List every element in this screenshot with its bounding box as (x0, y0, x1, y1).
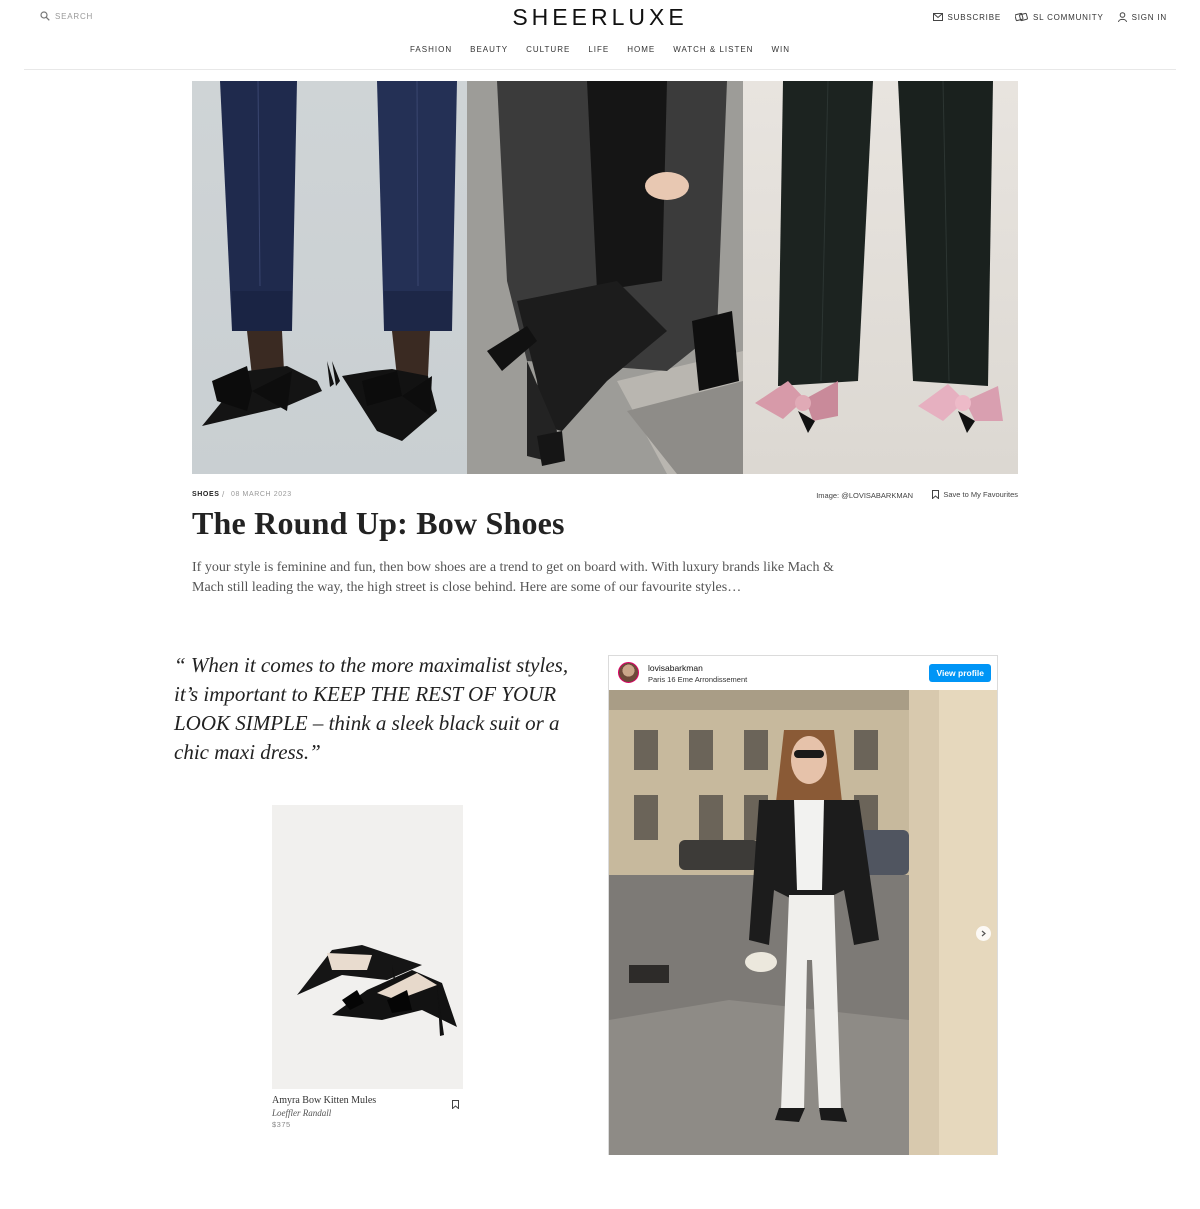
pull-quote: “ When it comes to the more maximalist s… (174, 653, 569, 764)
site-header: SEARCH SHEERLUXE SUBSCRIBE SL COMMUNITY … (0, 0, 1200, 81)
nav-item-home[interactable]: HOME (618, 44, 664, 56)
product-name[interactable]: Amyra Bow Kitten Mules (272, 1095, 463, 1106)
meta-separator: / (222, 490, 225, 499)
save-to-favourites-button[interactable]: Save to My Favourites (932, 490, 1018, 499)
bookmark-icon (932, 490, 940, 499)
bookmark-icon (452, 1100, 459, 1110)
hero-panel-pink-bow-heels (743, 81, 1018, 474)
nav-item-watch-listen[interactable]: WATCH & LISTEN (664, 44, 762, 56)
instagram-embed: lovisabarkman Paris 16 Eme Arrondissemen… (608, 655, 998, 1155)
community-icon (1014, 12, 1028, 22)
image-credit: Image: @LOVISABARKMAN (816, 491, 913, 500)
article-standfirst: If your style is feminine and fun, then … (192, 560, 834, 595)
header-divider (24, 69, 1176, 70)
nav-item-fashion[interactable]: FASHION (401, 44, 461, 56)
save-label: Save to My Favourites (943, 490, 1018, 499)
subscribe-label: SUBSCRIBE (947, 12, 1001, 22)
product-bookmark-button[interactable] (452, 1096, 459, 1114)
nav-item-win[interactable]: WIN (762, 44, 799, 56)
sign-in-link[interactable]: SIGN IN (1117, 12, 1167, 22)
sl-community-link[interactable]: SL COMMUNITY (1014, 12, 1104, 22)
instagram-username[interactable]: lovisabarkman (648, 663, 703, 673)
product-brand: Loeffler Randall (272, 1108, 332, 1118)
sl-community-label: SL COMMUNITY (1032, 12, 1104, 22)
view-profile-button[interactable]: View profile (929, 664, 991, 682)
nav-item-beauty[interactable]: BEAUTY (461, 44, 517, 56)
publish-date: 08 MARCH 2023 (231, 491, 292, 498)
subscribe-link[interactable]: SUBSCRIBE (932, 12, 1001, 22)
carousel-next-button[interactable] (976, 926, 991, 941)
product-price: $375 (272, 1120, 291, 1129)
utility-links: SUBSCRIBE SL COMMUNITY SIGN IN (932, 12, 1167, 22)
product-card[interactable]: Amyra Bow Kitten Mules Loeffler Randall … (272, 805, 463, 1129)
product-image[interactable] (272, 805, 463, 1089)
nav-item-culture[interactable]: CULTURE (517, 44, 579, 56)
hero-panel-denim-bow-heels (192, 81, 467, 474)
hero-panel-coat-outfit (467, 81, 743, 474)
instagram-location[interactable]: Paris 16 Eme Arrondissement (648, 675, 747, 684)
article-title: The Round Up: Bow Shoes (192, 505, 565, 541)
avatar[interactable] (618, 662, 639, 683)
article-meta: SHOES / 08 MARCH 2023 Image: @LOVISABARK… (192, 490, 1018, 501)
instagram-header: lovisabarkman Paris 16 Eme Arrondissemen… (609, 656, 997, 690)
chevron-right-icon (981, 930, 986, 937)
category-link[interactable]: SHOES (192, 491, 220, 498)
nav-item-life[interactable]: LIFE (579, 44, 618, 56)
sign-in-label: SIGN IN (1131, 12, 1167, 22)
mail-icon (932, 13, 943, 21)
main-nav: FASHION BEAUTY CULTURE LIFE HOME WATCH &… (0, 44, 1200, 56)
hero-image (192, 81, 1018, 474)
user-icon (1117, 12, 1127, 22)
instagram-photo[interactable] (609, 690, 997, 1155)
